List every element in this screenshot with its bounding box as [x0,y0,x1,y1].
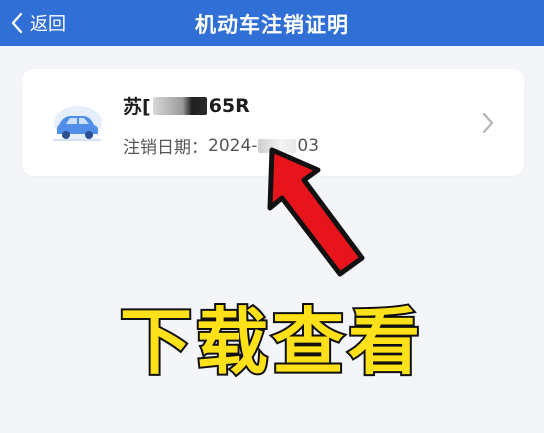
plate-prefix: 苏[ [123,96,151,118]
plate-suffix: 65R [208,94,250,117]
date-label: 注销日期： [123,138,208,158]
plate-redaction [152,96,207,115]
license-plate: 苏[ 65R [123,92,250,119]
chevron-right-icon[interactable] [480,111,496,135]
date-start: 2024- [208,135,258,156]
top-nav-bar: 返回 机动车注销证明 [0,0,544,46]
red-arrow-annotation [267,147,365,277]
car-icon [53,106,102,141]
page-title: 机动车注销证明 [195,13,349,37]
download-view-caption: 下载查看 [118,298,424,386]
